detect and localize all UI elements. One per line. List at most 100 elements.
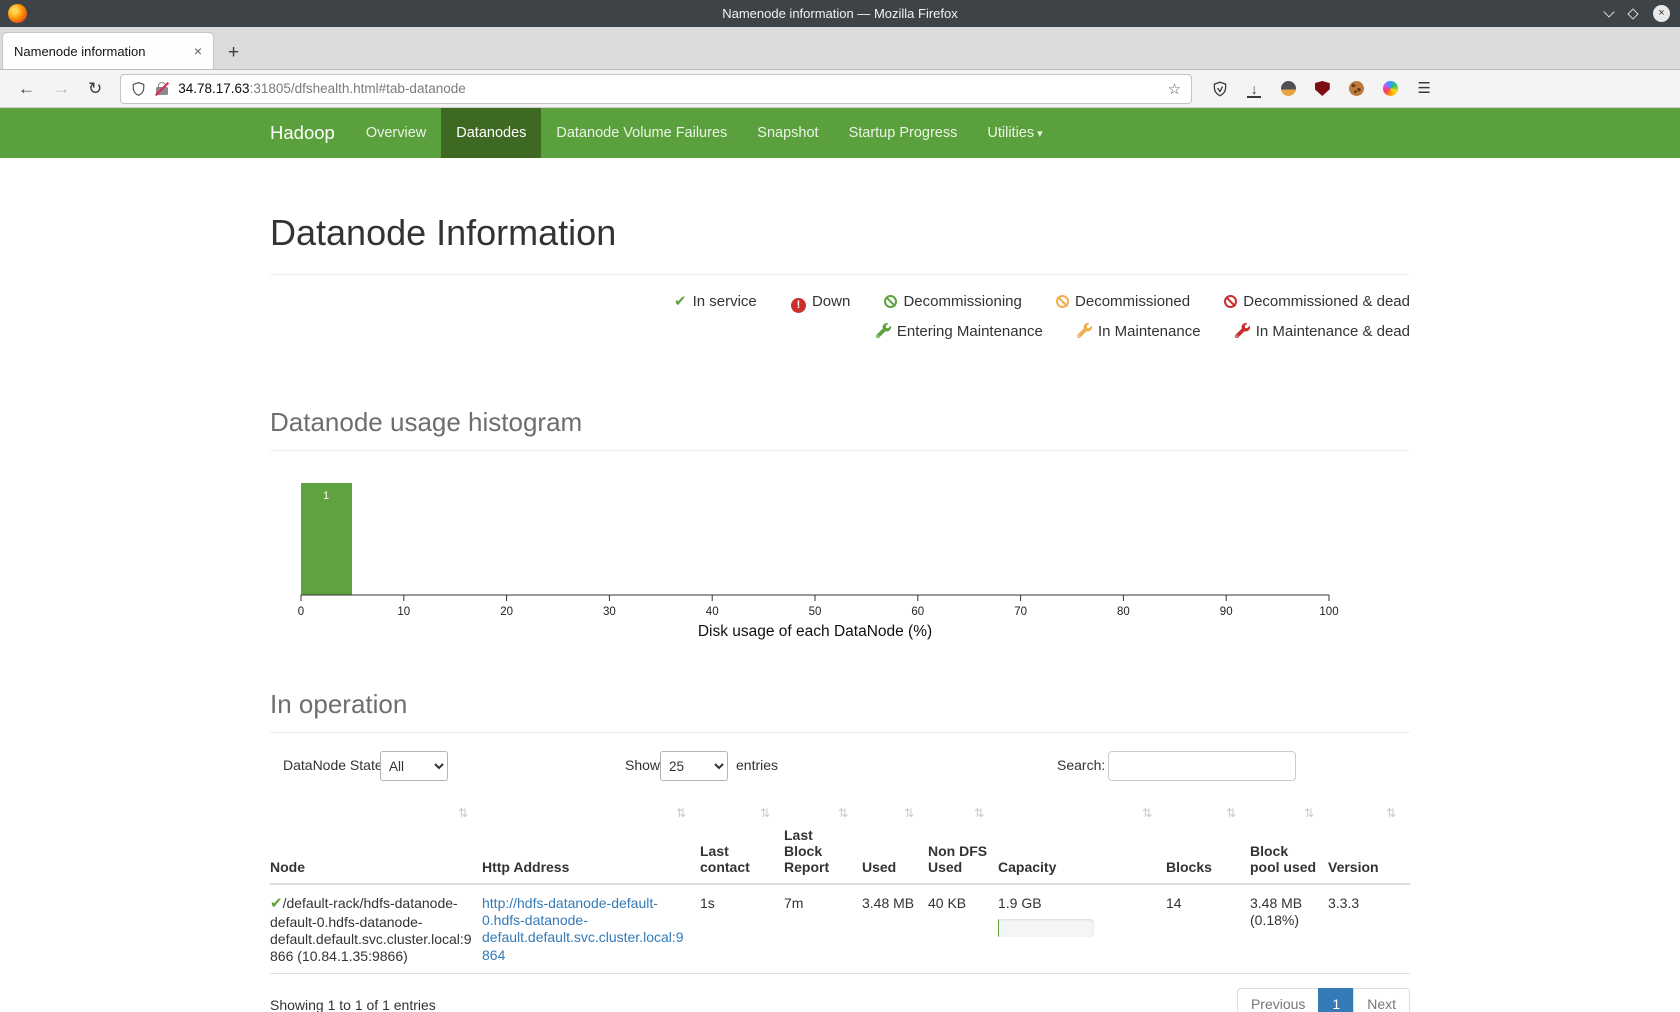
col-header-last-contact[interactable]: ⇅Last contact xyxy=(700,801,784,884)
cell-block-pool-used: 3.48 MB (0.18%) xyxy=(1250,884,1328,973)
svg-text:60: 60 xyxy=(911,606,924,618)
col-header-block-pool-used[interactable]: ⇅Block pool used xyxy=(1250,801,1328,884)
sort-icon: ⇅ xyxy=(1386,807,1396,821)
show-label: Show xyxy=(625,757,660,773)
nav-item-startup-progress[interactable]: Startup Progress xyxy=(834,108,973,158)
nav-item-utilities[interactable]: Utilities▾ xyxy=(972,108,1057,159)
col-header-last-block-report[interactable]: ⇅Last Block Report xyxy=(784,801,862,884)
show-entries-select[interactable]: 25 xyxy=(660,751,728,781)
wrench-icon xyxy=(1235,323,1250,340)
datanode-usage-histogram: 1 0 10 20 30 40 50 60 70 80 90 100 Disk … xyxy=(270,455,1410,645)
nav-item-datanodes[interactable]: Datanodes xyxy=(441,108,541,158)
url-path: :31805/dfshealth.html#tab-datanode xyxy=(250,81,466,96)
col-header-node[interactable]: ⇅Node xyxy=(270,801,482,884)
sort-icon: ⇅ xyxy=(1226,807,1236,821)
svg-text:100: 100 xyxy=(1319,606,1338,618)
legend-in-maintenance: In Maintenance xyxy=(1077,317,1201,347)
datanode-table: ⇅Node ⇅Http Address ⇅Last contact ⇅Last … xyxy=(270,801,1410,974)
sort-icon: ⇅ xyxy=(838,807,848,821)
search-input[interactable] xyxy=(1108,751,1296,781)
legend-decommissioning: Decommissioning xyxy=(884,287,1021,317)
brand-hadoop[interactable]: Hadoop xyxy=(270,108,335,158)
divider xyxy=(270,274,1410,275)
cookie-extension-icon[interactable] xyxy=(1349,81,1364,96)
sort-icon: ⇅ xyxy=(458,807,468,821)
col-header-capacity[interactable]: ⇅Capacity xyxy=(998,801,1166,884)
legend-decommissioned-dead: Decommissioned & dead xyxy=(1224,287,1410,317)
url-host: 34.78.17.63 xyxy=(178,81,249,96)
divider xyxy=(270,732,1410,733)
ban-icon xyxy=(1224,295,1237,308)
extension-mask-icon[interactable] xyxy=(1281,81,1296,96)
entries-label: entries xyxy=(736,757,778,773)
new-tab-button[interactable]: + xyxy=(228,43,239,62)
pagination-next[interactable]: Next xyxy=(1353,988,1410,1012)
reload-button[interactable]: ↻ xyxy=(88,80,102,97)
browser-tab[interactable]: Namenode information × xyxy=(2,32,214,69)
x-axis-label: Disk usage of each DataNode (%) xyxy=(698,623,932,640)
nav-item-overview[interactable]: Overview xyxy=(351,108,441,158)
datanode-state-label: DataNode State xyxy=(283,757,383,773)
extension-shield-icon[interactable] xyxy=(1212,81,1228,97)
svg-text:0: 0 xyxy=(298,606,304,618)
tab-strip: Namenode information × + xyxy=(0,27,1680,70)
sort-icon: ⇅ xyxy=(676,807,686,821)
forward-button[interactable]: → xyxy=(53,80,70,97)
tracking-protection-shield-icon[interactable] xyxy=(131,81,146,97)
wrench-icon xyxy=(876,323,891,340)
pagination-page-1[interactable]: 1 xyxy=(1318,988,1354,1012)
col-header-non-dfs-used[interactable]: ⇅Non DFS Used xyxy=(928,801,998,884)
menu-icon[interactable]: ☰ xyxy=(1416,81,1432,97)
pagination-previous[interactable]: Previous xyxy=(1237,988,1319,1012)
hadoop-navbar: Hadoop Overview Datanodes Datanode Volum… xyxy=(0,108,1680,158)
datanode-state-select[interactable]: All xyxy=(380,751,448,781)
col-header-version[interactable]: ⇅Version xyxy=(1328,801,1410,884)
minimize-icon[interactable] xyxy=(1603,6,1614,17)
svg-text:50: 50 xyxy=(809,606,822,618)
cell-last-contact: 1s xyxy=(700,884,784,973)
svg-text:10: 10 xyxy=(397,606,410,618)
bookmark-star-icon[interactable]: ☆ xyxy=(1168,80,1181,98)
svg-text:40: 40 xyxy=(706,606,719,618)
browser-toolbar: ← → ↻ 34.78.17.63:31805/dfshealth.html#t… xyxy=(0,70,1680,108)
sort-icon: ⇅ xyxy=(1142,807,1152,821)
url-text: 34.78.17.63:31805/dfshealth.html#tab-dat… xyxy=(178,81,466,96)
legend-in-service: ✔In service xyxy=(674,287,757,317)
col-header-used[interactable]: ⇅Used xyxy=(862,801,928,884)
cell-blocks: 14 xyxy=(1166,884,1250,973)
legend-entering-maintenance: Entering Maintenance xyxy=(876,317,1043,347)
nav-item-snapshot[interactable]: Snapshot xyxy=(742,108,833,158)
datanode-http-link[interactable]: http://hdfs-datanode-default-0.hdfs-data… xyxy=(482,895,684,962)
back-button[interactable]: ← xyxy=(18,80,35,97)
col-header-blocks[interactable]: ⇅Blocks xyxy=(1166,801,1250,884)
window-close-icon[interactable]: × xyxy=(1653,5,1670,22)
entries-summary: Showing 1 to 1 of 1 entries xyxy=(270,988,436,1012)
ublock-origin-icon[interactable] xyxy=(1315,81,1330,96)
col-header-http-address[interactable]: ⇅Http Address xyxy=(482,801,700,884)
legend-in-maintenance-dead: In Maintenance & dead xyxy=(1235,317,1410,347)
histogram-title: Datanode usage histogram xyxy=(270,407,1410,438)
url-bar[interactable]: 34.78.17.63:31805/dfshealth.html#tab-dat… xyxy=(120,74,1192,104)
svg-text:30: 30 xyxy=(603,606,616,618)
cell-node: ✔/default-rack/hdfs-datanode-default-0.h… xyxy=(270,884,482,973)
search-label: Search: xyxy=(1057,757,1105,773)
sort-icon: ⇅ xyxy=(760,807,770,821)
cell-version: 3.3.3 xyxy=(1328,884,1410,973)
pagination: Previous 1 Next xyxy=(1237,988,1410,1012)
insecure-lock-icon[interactable] xyxy=(155,81,169,96)
sort-icon: ⇅ xyxy=(1304,807,1314,821)
sort-icon: ⇅ xyxy=(904,807,914,821)
page-title: Datanode Information xyxy=(270,212,1410,254)
window-titlebar: Namenode information — Mozilla Firefox × xyxy=(0,0,1680,27)
ban-icon xyxy=(1056,295,1069,308)
ban-icon xyxy=(884,295,897,308)
tab-close-icon[interactable]: × xyxy=(194,43,202,59)
legend-down: !Down xyxy=(791,287,850,317)
maximize-icon[interactable] xyxy=(1627,8,1638,19)
extension-pinwheel-icon[interactable] xyxy=(1383,81,1398,96)
nav-item-datanode-volume-failures[interactable]: Datanode Volume Failures xyxy=(541,108,742,158)
table-header-row: ⇅Node ⇅Http Address ⇅Last contact ⇅Last … xyxy=(270,801,1410,884)
tab-title: Namenode information xyxy=(14,44,146,59)
cell-last-block-report: 7m xyxy=(784,884,862,973)
downloads-icon[interactable]: ↓ xyxy=(1246,81,1262,97)
